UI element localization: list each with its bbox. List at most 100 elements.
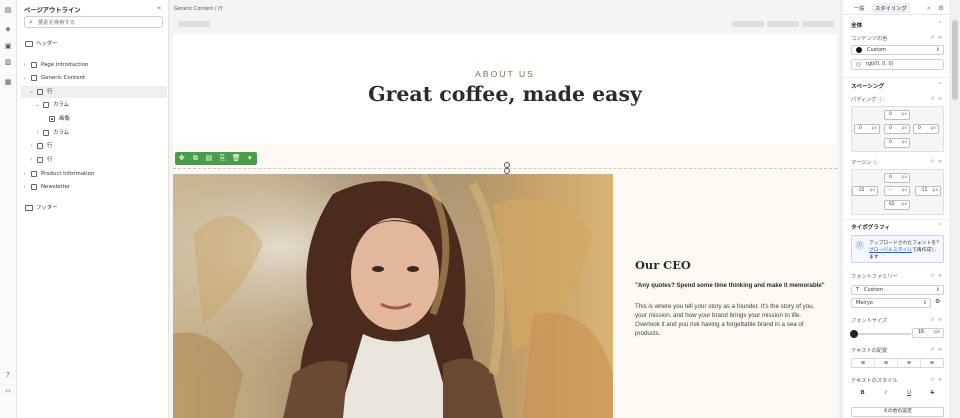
outline-item-row[interactable]: › 行 [17,154,168,166]
outline-item-newsletter[interactable]: › Newsletter [17,181,168,193]
font-name-select[interactable]: Meiryo ⇕ [851,298,931,308]
more-icon[interactable]: ▾ [243,152,257,165]
chevron-up-icon[interactable]: ⌃ [938,21,942,27]
unit: px [901,126,907,131]
database-icon[interactable]: ≋ [938,377,942,383]
database-icon[interactable]: ≋ [938,159,942,165]
apps-icon[interactable]: ▦ [4,78,12,86]
ceo-body[interactable]: This is where you tell your story as a f… [635,302,825,338]
breadcrumb[interactable]: Generic Content / 行 [174,5,223,12]
reset-icon[interactable]: ↺ [930,159,934,165]
database-icon[interactable]: ≋ [938,35,942,41]
close-icon[interactable]: ✕ [936,239,940,245]
color-value-input[interactable]: rgb(0, 0, 0) [851,59,944,70]
delete-icon[interactable]: 🗑 [229,152,243,165]
chevron-right-icon[interactable]: › [29,140,34,152]
font-size-input[interactable]: 16 px [912,328,944,338]
outline-item-generic-content[interactable]: ⌄ Generic Content [17,72,168,84]
chevron-right-icon[interactable]: › [35,127,40,139]
italic-icon[interactable]: I [874,389,897,399]
reset-icon[interactable]: ↺ [930,35,934,41]
align-right-icon[interactable]: ≡ [898,359,921,367]
database-icon[interactable]: ≋ [938,96,942,102]
margin-inner-input[interactable]: -- px [884,186,910,196]
help-icon[interactable]: ? [4,371,12,379]
margin-left-input[interactable]: -15 px [852,186,878,196]
reset-icon[interactable]: ↺ [930,347,934,353]
align-center-icon[interactable]: ≡ [875,359,898,367]
outline-item-row-selected[interactable]: ⌄ 行 [21,86,167,98]
chevron-down-icon[interactable]: ⌄ [22,72,27,84]
color-picker-icon[interactable] [856,62,861,67]
margin-right-input[interactable]: -15 px [915,186,941,196]
copy-icon[interactable]: ⎘ [216,152,230,165]
database-icon[interactable]: ▥ [4,58,12,66]
search-input[interactable] [38,19,158,26]
chevron-right-icon[interactable]: › [22,59,27,71]
outline-item-footer[interactable]: フッター [17,202,168,214]
outline-item-label: Newsletter [41,184,71,190]
chevron-right-icon[interactable]: › [22,181,27,193]
database-icon[interactable]: ≋ [938,273,942,279]
unit: px [930,126,936,131]
scrollbar-thumb[interactable] [952,20,958,100]
more-settings-button[interactable]: その他の設定 [851,407,944,417]
reset-icon[interactable]: ↺ [930,96,934,102]
gear-icon[interactable]: ⚙ [935,298,940,305]
chevron-down-icon[interactable]: ⌄ [29,86,34,98]
font-size-slider[interactable] [850,330,911,338]
outline-item-column[interactable]: ⌄ カラム [17,99,168,111]
code-icon[interactable]: ‹› [4,387,12,395]
strikethrough-icon[interactable]: S [921,389,944,399]
chevron-right-icon[interactable]: › [29,154,34,166]
outline-item-image[interactable]: 画像 [17,113,168,125]
reset-icon[interactable]: ↺ [930,377,934,383]
outline-item-row[interactable]: › 行 [17,140,168,152]
outline-item-column[interactable]: › カラム [17,127,168,139]
content-color-select[interactable]: Custom ⇕ [851,45,944,55]
margin-top-input[interactable]: 0 px [884,173,910,183]
outline-item-product-information[interactable]: › Product Information [17,168,168,180]
bold-icon[interactable]: B [851,389,874,399]
save-icon[interactable]: ▤ [202,152,216,165]
chevron-up-icon[interactable]: ⌃ [938,82,942,88]
global-styles-link[interactable]: グローバルスタイル [869,248,912,253]
section-eyebrow[interactable]: ABOUT US [173,69,837,79]
font-family-select[interactable]: T Custom ⇕ [851,285,944,295]
ceo-photo[interactable] [173,174,613,418]
outline-search[interactable]: ⌕ [24,16,163,28]
move-icon[interactable]: ✥ [175,152,189,165]
chevron-right-icon[interactable]: › [22,168,27,180]
settings-scrollbar[interactable] [950,0,960,418]
tab-styling[interactable]: スタイリング [872,3,910,13]
panel-icon[interactable]: ▤ [4,6,12,14]
padding-top-input[interactable]: 0 px [884,110,910,120]
reset-icon[interactable]: ↺ [930,317,934,323]
ceo-title[interactable]: Our CEO [635,258,691,272]
duplicate-icon[interactable]: ⧉ [189,152,203,165]
tab-general[interactable]: 一般 [854,4,865,12]
padding-bottom-input[interactable]: 0 px [884,138,910,148]
reset-icon[interactable]: ↺ [930,273,934,279]
underline-icon[interactable]: U [898,389,921,399]
outline-item-page-introduction[interactable]: › Page Introduction [17,59,168,71]
gear-icon[interactable]: ⚙ [938,4,944,12]
collapse-panel-icon[interactable]: « [157,4,161,12]
database-icon[interactable]: ≋ [938,317,942,323]
chevron-down-icon[interactable]: ⌄ [35,99,40,111]
chevron-up-icon[interactable]: ⌃ [938,223,942,229]
align-justify-icon[interactable]: ≡ [921,359,943,367]
align-left-icon[interactable]: ≡ [852,359,875,367]
ceo-quote[interactable]: "Any quotes? Spend some time thinking an… [635,281,825,290]
database-icon[interactable]: ≋ [938,347,942,353]
section-headline[interactable]: Great coffee, made easy [173,82,837,106]
padding-inner-right-input[interactable]: 0 px [913,124,939,134]
layers-icon[interactable]: ◈ [4,25,12,33]
margin-bottom-input[interactable]: 65 px [884,200,910,210]
pages-icon[interactable]: ▣ [4,42,12,50]
padding-left-input[interactable]: 0 px [854,124,880,134]
search-icon[interactable]: ⌕ [927,4,931,13]
slider-knob[interactable] [850,330,858,338]
outline-item-header[interactable]: ヘッダー [17,38,168,50]
padding-inner-left-input[interactable]: 0 px [884,124,910,134]
